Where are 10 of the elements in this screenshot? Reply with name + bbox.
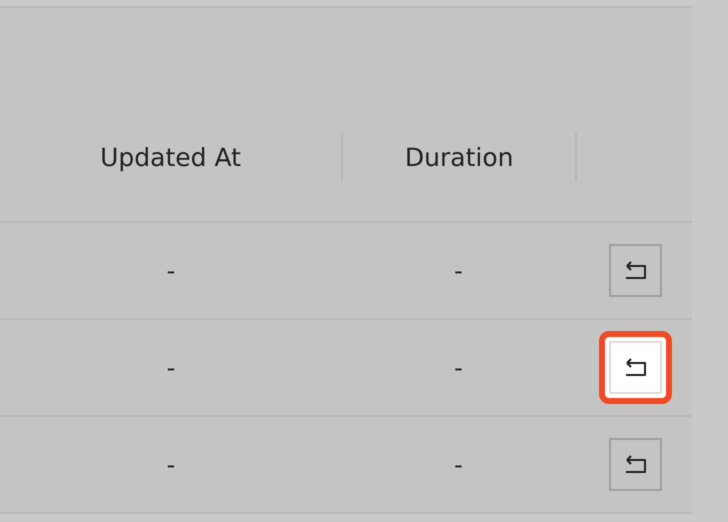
column-header: Updated At <box>100 142 241 172</box>
table-cell: - <box>454 354 463 382</box>
table-cell: - <box>166 450 176 478</box>
table-cell: - <box>166 354 176 382</box>
column-header: Duration <box>404 142 514 172</box>
undo-button[interactable] <box>609 244 662 297</box>
table-cell: - <box>166 256 176 284</box>
table-cell: - <box>454 450 463 478</box>
undo-button[interactable] <box>609 438 662 491</box>
table-cell: - <box>454 256 463 284</box>
